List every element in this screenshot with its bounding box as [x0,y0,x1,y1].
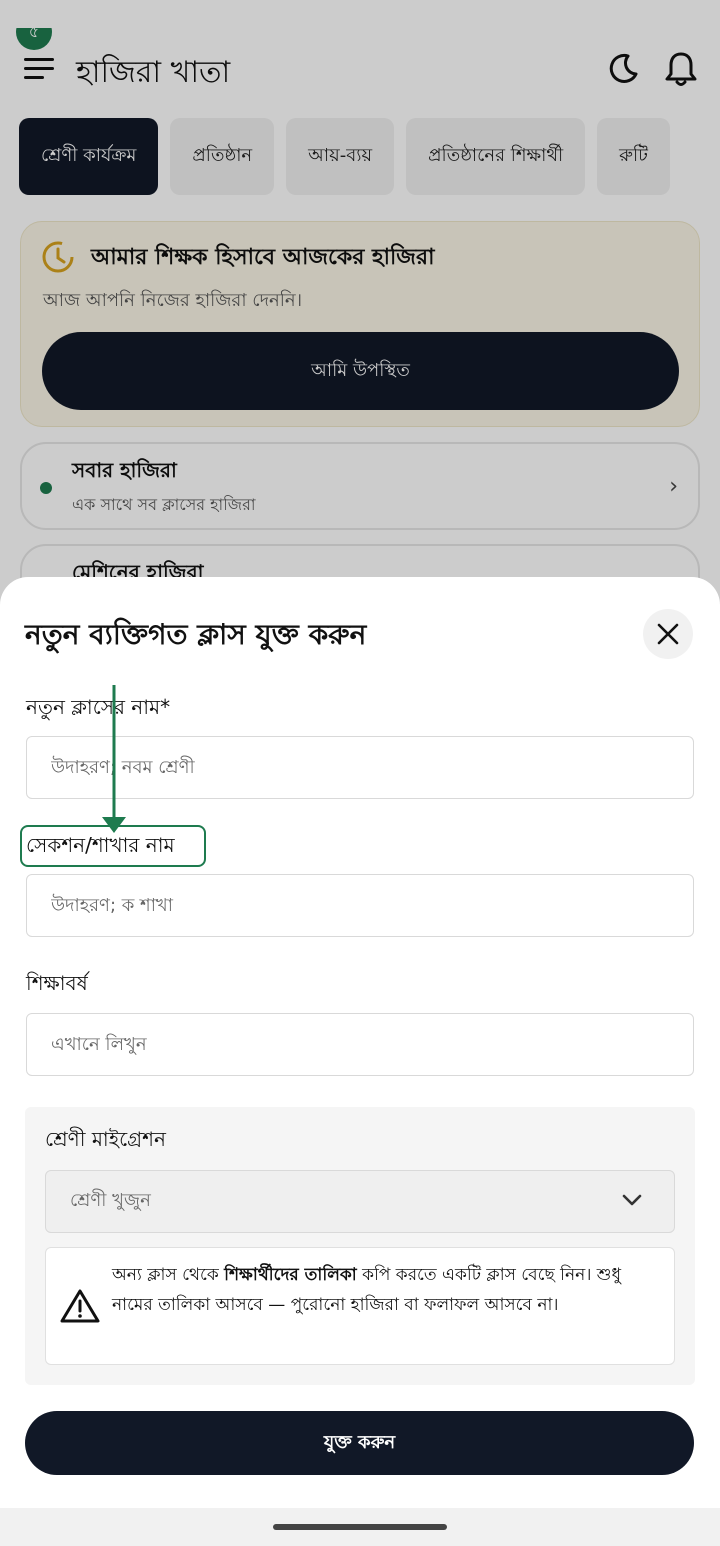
close-button[interactable] [643,609,693,659]
system-navigation-bar [0,1508,720,1546]
home-indicator[interactable] [273,1524,447,1530]
section-name-input[interactable] [26,874,694,937]
academic-year-input[interactable] [26,1013,694,1076]
chevron-down-icon [622,1194,642,1206]
class-search-placeholder: শ্রেণী খুজুন [70,1190,151,1211]
notice-text-prefix: অন্য ক্লাস থেকে [112,1265,225,1285]
class-migration-label: শ্রেণী মাইগ্রেশন [45,1127,166,1151]
add-class-submit-button[interactable]: যুক্ত করুন [25,1411,694,1475]
add-class-bottom-sheet: নতুন ব্যক্তিগত ক্লাস যুক্ত করুন নতুন ক্ল… [0,577,720,1546]
migration-notice: অন্য ক্লাস থেকে শিক্ষার্থীদের তালিকা কপি… [45,1247,675,1365]
sheet-title: নতুন ব্যক্তিগত ক্লাস যুক্ত করুন [25,618,367,651]
class-name-label: নতুন ক্লাসের নাম* [26,695,171,719]
close-icon [657,623,679,645]
class-search-select[interactable]: শ্রেণী খুজুন [45,1170,675,1233]
class-migration-section: শ্রেণী মাইগ্রেশন শ্রেণী খুজুন অন্য ক্লাস… [25,1107,695,1385]
down-arrow-annotation [102,685,126,833]
class-name-input[interactable] [26,736,694,799]
migration-notice-text: অন্য ক্লাস থেকে শিক্ষার্থীদের তালিকা কপি… [112,1260,662,1320]
notice-text-bold: শিক্ষার্থীদের তালিকা [224,1265,357,1285]
warning-icon [60,1289,100,1323]
academic-year-label: শিক্ষাবর্ষ [26,971,88,995]
section-name-label: সেকশন/শাখার নাম [26,833,175,857]
